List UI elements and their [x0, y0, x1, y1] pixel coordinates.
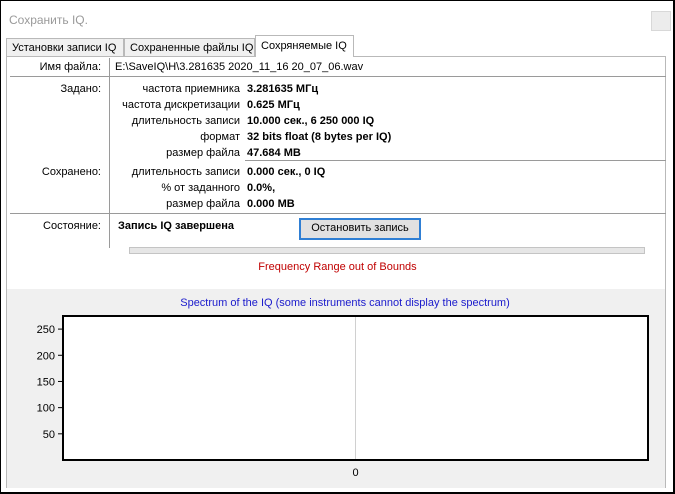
y-tick-label: 100 — [37, 403, 55, 415]
y-tick-label: 150 — [37, 376, 55, 388]
spectrum-chart: 250 200 150 100 50 0 — [37, 315, 649, 479]
y-tick-label: 250 — [37, 324, 55, 336]
tab-saving-iq[interactable]: Сохряняемые IQ — [255, 35, 354, 57]
y-tick-label: 50 — [43, 429, 55, 441]
x-tick-label: 0 — [352, 467, 358, 479]
y-tick-label: 200 — [37, 350, 55, 362]
